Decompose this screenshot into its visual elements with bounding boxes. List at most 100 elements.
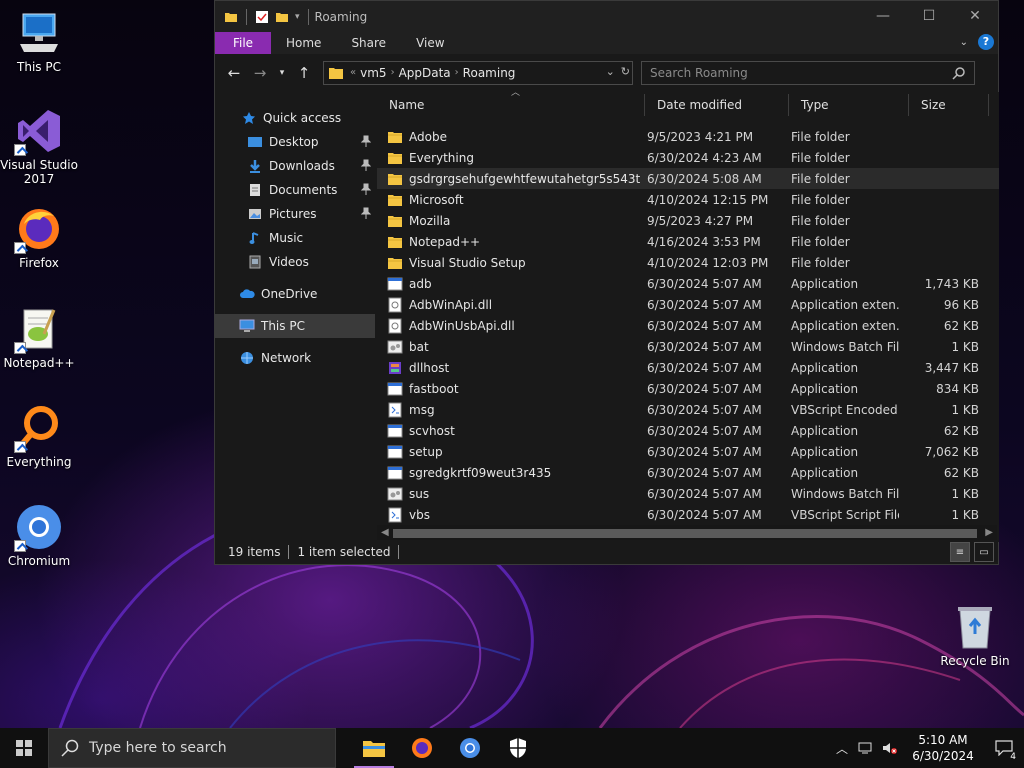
pin-icon[interactable] [360, 183, 372, 198]
file-type: Application [791, 276, 859, 291]
desktop-icon-visual-studio[interactable]: Visual Studio 2017 [0, 106, 78, 186]
search-input[interactable] [650, 65, 940, 80]
address-bar[interactable]: « vm5 › AppData › Roaming ⌄ ↻ [323, 60, 633, 85]
breadcrumb-separator-icon[interactable]: › [391, 67, 395, 78]
taskbar-search-box[interactable]: Type here to search [48, 728, 336, 768]
videos-icon [247, 254, 263, 270]
column-type[interactable]: Type [789, 92, 909, 118]
desktop-icon-this-pc[interactable]: This PC [0, 8, 78, 74]
table-row[interactable]: msg 6/30/2024 5:07 AM VBScript Encoded ...… [377, 399, 999, 420]
breadcrumb-overflow[interactable]: « [350, 67, 356, 78]
breadcrumb-vm5[interactable]: vm5 [360, 66, 386, 80]
file-type: File folder [791, 234, 850, 249]
folder-icon [225, 12, 237, 22]
show-hidden-icons[interactable]: ︿ [830, 728, 854, 768]
taskbar-security[interactable] [494, 728, 542, 768]
breadcrumb-roaming[interactable]: Roaming [463, 66, 516, 80]
search-box[interactable] [641, 60, 975, 85]
forward-button[interactable]: → [249, 61, 271, 85]
table-row[interactable]: fastboot 6/30/2024 5:07 AM Application 834 … [377, 378, 999, 399]
table-row[interactable]: setup 6/30/2024 5:07 AM Application 7,062 K… [377, 441, 999, 462]
pin-icon[interactable] [360, 135, 372, 150]
desktop-icon-notepadpp[interactable]: Notepad++ [0, 304, 78, 370]
minimize-button[interactable]: — [860, 1, 906, 31]
desktop-icon-everything[interactable]: Everything [0, 403, 78, 469]
chromium-icon [460, 738, 480, 758]
expand-ribbon-icon[interactable]: ⌄ [960, 37, 968, 48]
table-row[interactable]: AdbWinUsbApi.dll 6/30/2024 5:07 AM Applica… [377, 315, 999, 336]
file-type: Application [791, 360, 859, 375]
title-bar[interactable]: ▾ Roaming — ☐ ✕ [215, 1, 998, 32]
recent-locations-button[interactable]: ▾ [275, 61, 289, 85]
back-button[interactable]: ← [223, 61, 245, 85]
table-row[interactable]: sgredgkrtf09weut3r435 6/30/2024 5:07 AM Ap… [377, 462, 999, 483]
chromium-icon [14, 502, 64, 552]
tab-view[interactable]: View [401, 32, 459, 54]
breadcrumb-appdata[interactable]: AppData [399, 66, 451, 80]
customize-toolbar-icon[interactable]: ▾ [295, 12, 300, 22]
table-row[interactable]: dllhost 6/30/2024 5:07 AM Application 3,447… [377, 357, 999, 378]
nav-documents[interactable]: Documents [215, 178, 375, 202]
nav-this-pc[interactable]: This PC [215, 314, 375, 338]
start-button[interactable] [0, 728, 48, 768]
table-row[interactable]: Mozilla 9/5/2023 4:27 PM File folder [377, 210, 999, 231]
refresh-icon[interactable]: ↻ [621, 65, 630, 78]
scrollbar-thumb[interactable] [393, 529, 977, 538]
file-name-cell: Adobe [377, 129, 635, 145]
table-row[interactable]: bat 6/30/2024 5:07 AM Windows Batch File 1 … [377, 336, 999, 357]
table-row[interactable]: vbs 6/30/2024 5:07 AM VBScript Script File… [377, 504, 999, 525]
taskbar-file-explorer[interactable] [350, 728, 398, 768]
pin-icon[interactable] [360, 207, 372, 222]
nav-network[interactable]: Network [215, 346, 375, 370]
column-size[interactable]: Size [909, 92, 989, 118]
file-date: 6/30/2024 5:07 AM [647, 465, 762, 480]
details-view-button[interactable]: ≡ [950, 542, 970, 562]
breadcrumb-separator-icon[interactable]: › [455, 67, 459, 78]
file-list[interactable]: ︿ Name Date modified Type Size Adobe 9/5/… [377, 88, 999, 542]
scroll-right-icon[interactable]: ▶ [985, 527, 993, 538]
desktop-icon-firefox[interactable]: Firefox [0, 204, 78, 270]
large-icons-view-button[interactable]: ▭ [974, 542, 994, 562]
nav-quick-access[interactable]: Quick access [215, 106, 375, 130]
file-explorer-window[interactable]: ▾ Roaming — ☐ ✕ File Home Share View ⌄ ?… [214, 0, 999, 565]
taskbar-firefox[interactable] [398, 728, 446, 768]
tab-file[interactable]: File [215, 32, 271, 54]
nav-music[interactable]: Music [215, 226, 375, 250]
table-row[interactable]: Adobe 9/5/2023 4:21 PM File folder [377, 126, 999, 147]
taskbar-chromium[interactable] [446, 728, 494, 768]
table-row[interactable]: gsdrgrgsehufgewhtfewutahetgr5s543t 6/30/2… [377, 168, 999, 189]
desktop-icon-chromium[interactable]: Chromium [0, 502, 78, 568]
clock[interactable]: 5:10 AM 6/30/2024 [908, 732, 978, 764]
nav-label: Network [261, 351, 312, 365]
column-date-modified[interactable]: Date modified [645, 92, 789, 118]
maximize-button[interactable]: ☐ [906, 1, 952, 31]
help-icon[interactable]: ? [978, 34, 994, 50]
table-row[interactable]: AdbWinApi.dll 6/30/2024 5:07 AM Applicatio… [377, 294, 999, 315]
tab-home[interactable]: Home [271, 32, 336, 54]
scroll-left-icon[interactable]: ◀ [381, 527, 389, 538]
volume-status[interactable] [878, 728, 902, 768]
properties-icon[interactable] [255, 10, 269, 24]
column-name[interactable]: Name [377, 92, 645, 118]
nav-desktop[interactable]: Desktop [215, 130, 375, 154]
table-row[interactable]: adb 6/30/2024 5:07 AM Application 1,743 KB [377, 273, 999, 294]
notification-center-button[interactable]: 4 [984, 728, 1024, 768]
table-row[interactable]: Everything 6/30/2024 4:23 AM File folder [377, 147, 999, 168]
address-dropdown-icon[interactable]: ⌄ [606, 65, 615, 78]
pin-icon[interactable] [360, 159, 372, 174]
nav-videos[interactable]: Videos [215, 250, 375, 274]
tab-share[interactable]: Share [336, 32, 401, 54]
table-row[interactable]: Microsoft 4/10/2024 12:15 PM File folder [377, 189, 999, 210]
close-button[interactable]: ✕ [952, 1, 998, 31]
table-row[interactable]: sus 6/30/2024 5:07 AM Windows Batch File 1 … [377, 483, 999, 504]
up-button[interactable]: ↑ [293, 61, 315, 85]
desktop-icon-recycle-bin[interactable]: Recycle Bin [936, 602, 1014, 668]
network-status[interactable] [854, 728, 878, 768]
table-row[interactable]: Notepad++ 4/16/2024 3:53 PM File folder [377, 231, 999, 252]
nav-downloads[interactable]: Downloads [215, 154, 375, 178]
nav-onedrive[interactable]: OneDrive [215, 282, 375, 306]
table-row[interactable]: scvhost 6/30/2024 5:07 AM Application 62 KB [377, 420, 999, 441]
new-folder-icon[interactable] [275, 10, 289, 24]
nav-pictures[interactable]: Pictures [215, 202, 375, 226]
table-row[interactable]: Visual Studio Setup 4/10/2024 12:03 PM Fil… [377, 252, 999, 273]
